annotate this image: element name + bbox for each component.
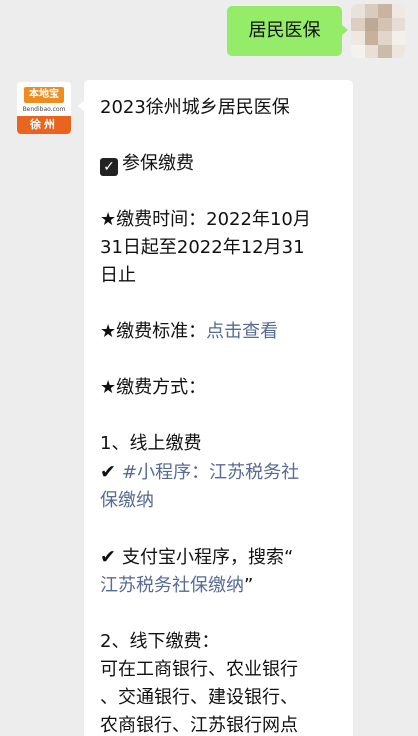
standard-label: ★缴费标准： xyxy=(100,321,207,342)
brand-name: 本地宝 xyxy=(24,87,64,103)
incoming-message-bubble[interactable]: 2023徐州城乡居民医保 ✓ 参保缴费 ★缴费时间：2022年10月 31日起至2… xyxy=(78,80,353,736)
online-label: 1、线上缴费 xyxy=(100,433,202,454)
check-box-icon: ✓ xyxy=(100,158,118,176)
offline-label: 2、线下缴费： xyxy=(100,631,220,652)
offline-line-2: 、交通银行、建设银行、 xyxy=(100,687,298,708)
message-title: 2023徐州城乡居民医保 xyxy=(100,97,290,118)
check-mark-icon: ✔ xyxy=(100,461,116,483)
mini-program-link[interactable]: #小程序：江苏税务社 xyxy=(122,462,299,483)
check-mark-icon: ✔ xyxy=(100,546,116,568)
section-label: 参保缴费 xyxy=(122,153,194,174)
time-line-3: 日止 xyxy=(100,265,136,286)
alipay-quote-close: ” xyxy=(244,575,254,596)
outgoing-message-text: 居民医保 xyxy=(248,20,321,41)
outgoing-message-bubble[interactable]: 居民医保 xyxy=(227,6,348,56)
method-label: ★缴费方式： xyxy=(100,377,207,398)
online-item-1: ✔ #小程序：江苏税务社 xyxy=(100,458,338,487)
alipay-search-link[interactable]: 江苏税务社保缴纳 xyxy=(100,575,244,596)
online-item-2: ✔ 支付宝小程序，搜索“ xyxy=(100,543,338,572)
alipay-text: 支付宝小程序，搜索“ xyxy=(122,547,294,568)
sender-avatar[interactable]: 本地宝 Bendibao.com 徐州 xyxy=(17,82,71,134)
offline-line-1: 可在工商银行、农业银行 xyxy=(100,659,298,680)
self-avatar[interactable] xyxy=(351,4,405,58)
brand-city: 徐州 xyxy=(17,116,71,134)
mini-program-link-cont[interactable]: 保缴纳 xyxy=(100,487,338,515)
view-standard-link[interactable]: 点击查看 xyxy=(206,321,278,342)
standard-row: ★缴费标准：点击查看 xyxy=(100,318,338,346)
brand-logo: 本地宝 Bendibao.com xyxy=(17,82,71,116)
offline-line-3: 农商银行、江苏银行网点 xyxy=(100,715,298,736)
online-item-2-cont: 江苏税务社保缴纳” xyxy=(100,572,338,600)
time-line-1: ★缴费时间：2022年10月 xyxy=(100,209,311,230)
section-heading: ✓ 参保缴费 xyxy=(100,150,338,178)
time-line-2: 31日起至2022年12月31 xyxy=(100,237,305,258)
brand-url: Bendibao.com xyxy=(22,106,66,113)
